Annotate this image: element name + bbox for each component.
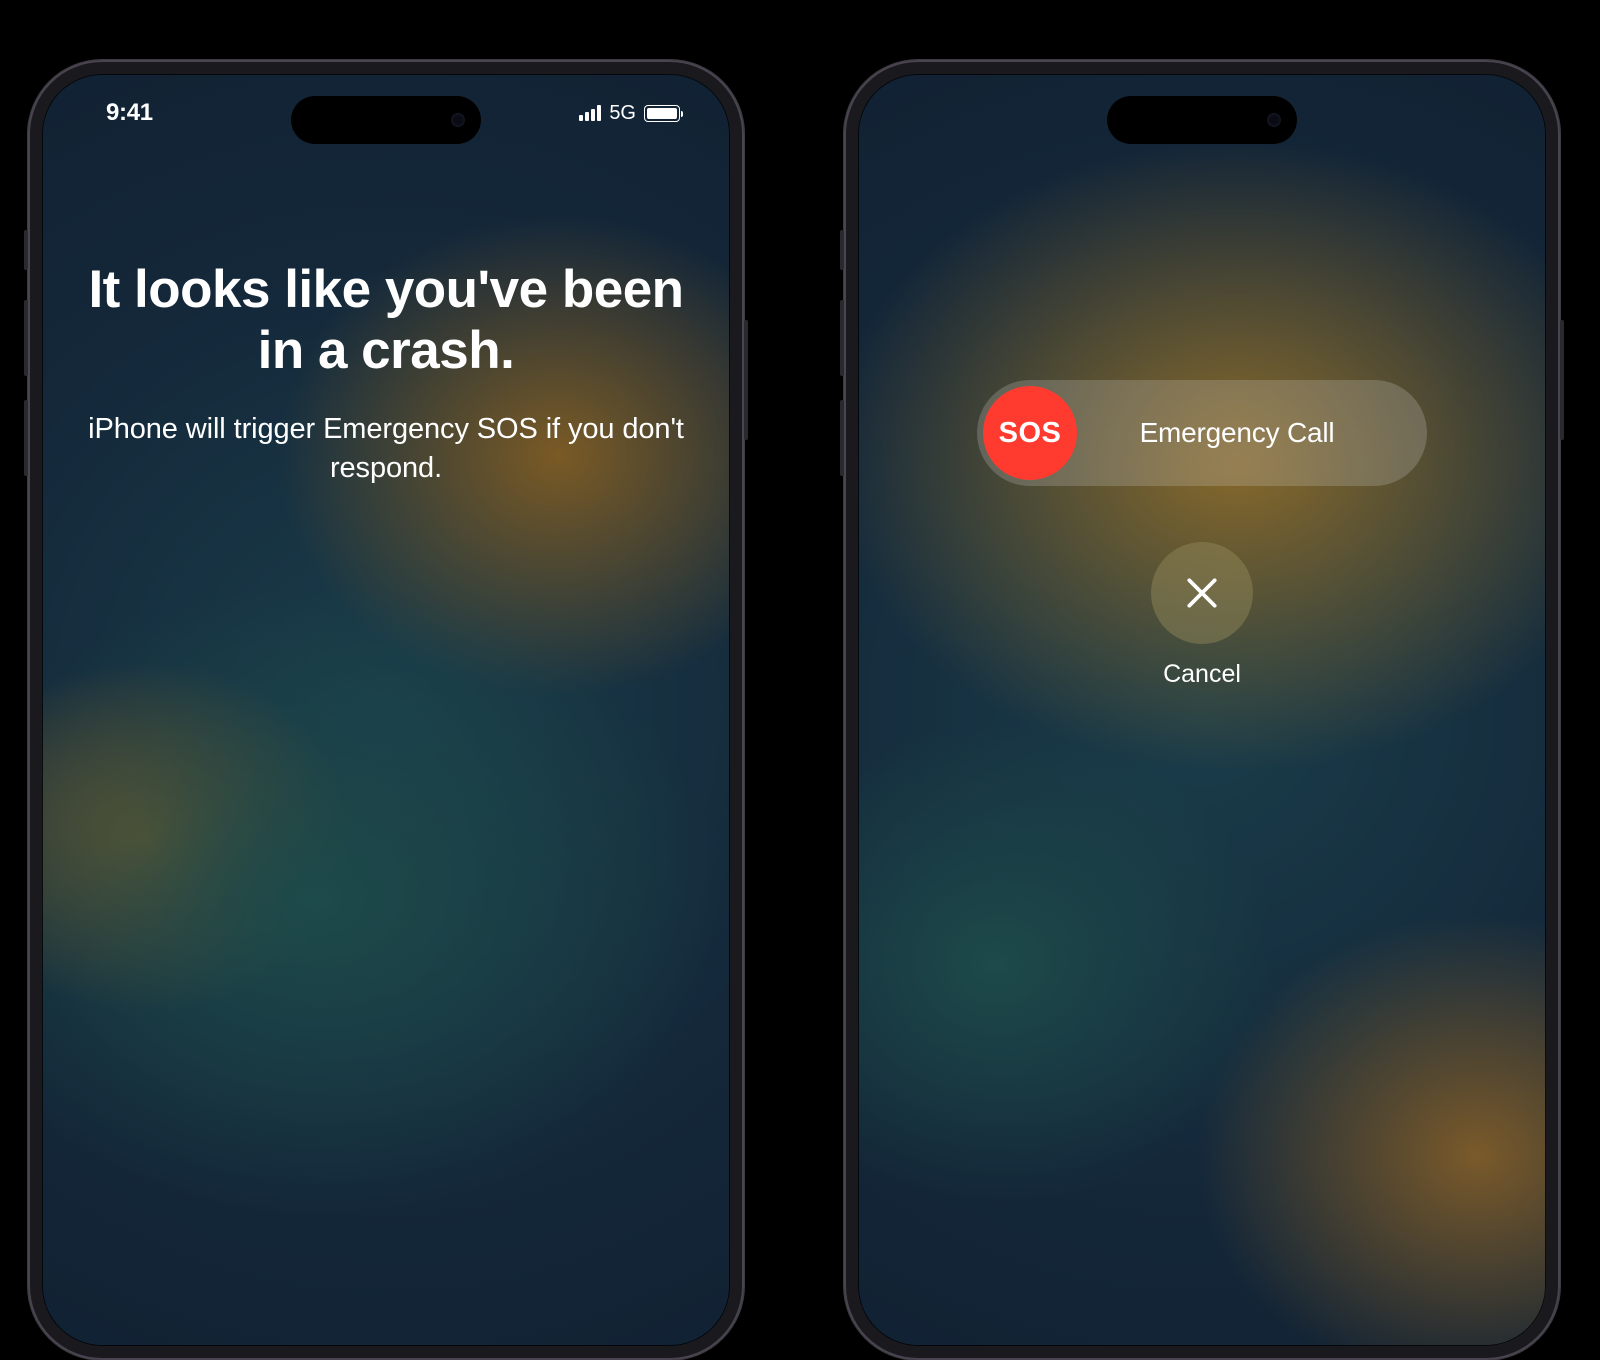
cellular-signal-icon (579, 105, 601, 121)
front-camera-icon (1267, 113, 1281, 127)
status-time: 9:41 (106, 99, 153, 127)
network-label: 5G (609, 102, 636, 125)
volume-down-button[interactable] (24, 400, 28, 476)
phone-right-frame: SOS Emergency Call Cancel (844, 60, 1560, 1360)
cancel-button[interactable] (1151, 542, 1253, 644)
status-bar: 9:41 5G (42, 74, 730, 152)
battery-icon (644, 105, 680, 122)
crash-heading: It looks like you've been in a crash. (78, 259, 694, 382)
side-button[interactable] (744, 320, 748, 440)
close-icon (1183, 574, 1221, 612)
phone-left-frame: 9:41 5G It looks like you've been in a c… (28, 60, 744, 1360)
status-right: 5G (579, 102, 680, 125)
dynamic-island[interactable] (1107, 96, 1297, 144)
crash-subheading: iPhone will trigger Emergency SOS if you… (78, 410, 694, 488)
sos-slider-knob[interactable]: SOS (983, 386, 1077, 480)
silence-switch[interactable] (840, 230, 844, 270)
phone-left-screen: 9:41 5G It looks like you've been in a c… (42, 74, 730, 1346)
crash-detection-alert: It looks like you've been in a crash. iP… (42, 259, 730, 488)
volume-down-button[interactable] (840, 400, 844, 476)
emergency-call-slider[interactable]: SOS Emergency Call (977, 380, 1427, 486)
phone-right-screen: SOS Emergency Call Cancel (858, 74, 1546, 1346)
silence-switch[interactable] (24, 230, 28, 270)
cancel-label: Cancel (1163, 660, 1241, 689)
cancel-group: Cancel (1151, 542, 1253, 689)
volume-up-button[interactable] (840, 300, 844, 376)
side-button[interactable] (1560, 320, 1564, 440)
sos-slider-label: Emergency Call (1077, 417, 1421, 449)
volume-up-button[interactable] (24, 300, 28, 376)
sos-knob-label: SOS (999, 417, 1062, 450)
